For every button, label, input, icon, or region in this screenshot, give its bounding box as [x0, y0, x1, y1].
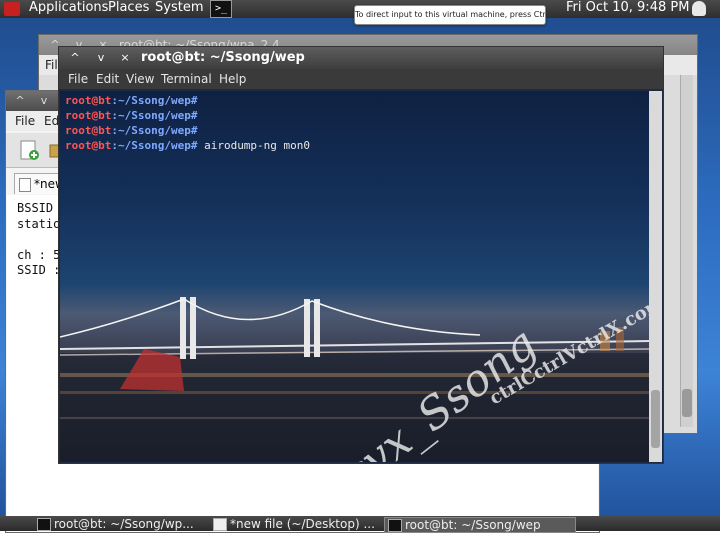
taskbar-item-label: *new file (~/Desktop) ...	[230, 517, 375, 531]
terminal-line: root@bt:~/Ssong/wep#	[65, 124, 198, 137]
terminal-line: root@bt:~/Ssong/wep#	[65, 94, 198, 107]
menu-help[interactable]: Help	[219, 69, 246, 89]
terminal-line: root@bt:~/Ssong/wep#	[65, 109, 198, 122]
scrollbar[interactable]	[680, 75, 693, 427]
menu-terminal[interactable]: Terminal	[161, 69, 212, 89]
menu-file[interactable]: File	[15, 111, 35, 131]
menubar: File Edit View Terminal Help	[59, 69, 663, 89]
editor-line: BSSID	[17, 201, 54, 215]
taskbar-item-label: root@bt: ~/Ssong/wp...	[54, 517, 194, 531]
taskbar-item-wpa-terminal[interactable]: root@bt: ~/Ssong/wp...	[34, 517, 224, 531]
menu-system[interactable]: System	[155, 0, 203, 16]
minimize-icon[interactable]: ^	[67, 50, 83, 66]
menu-file[interactable]: File	[68, 69, 88, 89]
terminal-icon	[37, 518, 51, 531]
scrollbar-thumb[interactable]	[682, 389, 692, 417]
menu-view[interactable]: View	[126, 69, 154, 89]
taskbar: root@bt: ~/Ssong/wp... *new file (~/Desk…	[0, 516, 720, 533]
menu-edit[interactable]: Ed	[44, 111, 59, 131]
clock[interactable]: Fri Oct 10, 9:48 PM	[566, 0, 689, 16]
editor-line: statio	[17, 217, 61, 231]
close-icon[interactable]: ×	[117, 50, 133, 66]
applications-logo-icon[interactable]	[4, 2, 20, 16]
editor-line: ch : 5	[17, 248, 61, 262]
terminal-output[interactable]: root@bt:~/Ssong/wep# root@bt:~/Ssong/wep…	[60, 91, 649, 462]
new-file-icon[interactable]	[18, 139, 40, 161]
scrollbar-thumb[interactable]	[651, 390, 660, 448]
user-icon[interactable]	[692, 1, 706, 16]
document-icon	[19, 177, 31, 192]
menu-applications[interactable]: Applications	[29, 0, 108, 16]
window-title: root@bt: ~/Ssong/wep	[141, 50, 305, 65]
terminal-launcher-icon[interactable]: >_	[210, 0, 232, 18]
menu-edit[interactable]: Edit	[96, 69, 119, 89]
maximize-icon[interactable]: v	[36, 93, 52, 109]
document-icon	[213, 518, 227, 531]
window-terminal-wep[interactable]: ^ v × root@bt: ~/Ssong/wep File Edit Vie…	[58, 46, 664, 464]
taskbar-item-label: root@bt: ~/Ssong/wep	[405, 518, 541, 532]
scrollbar[interactable]	[649, 91, 662, 462]
taskbar-item-text-editor[interactable]: *new file (~/Desktop) ...	[210, 517, 398, 531]
editor-line: SSID :	[17, 263, 61, 277]
maximize-icon[interactable]: v	[93, 50, 109, 66]
menu-places[interactable]: Places	[108, 0, 149, 16]
terminal-icon	[388, 519, 402, 532]
minimize-icon[interactable]: ^	[12, 93, 28, 109]
terminal-line: root@bt:~/Ssong/wep# airodump-ng mon0	[65, 139, 311, 152]
vm-input-tooltip: To direct input to this virtual machine,…	[354, 5, 546, 25]
titlebar[interactable]: ^ v × root@bt: ~/Ssong/wep	[59, 47, 663, 69]
